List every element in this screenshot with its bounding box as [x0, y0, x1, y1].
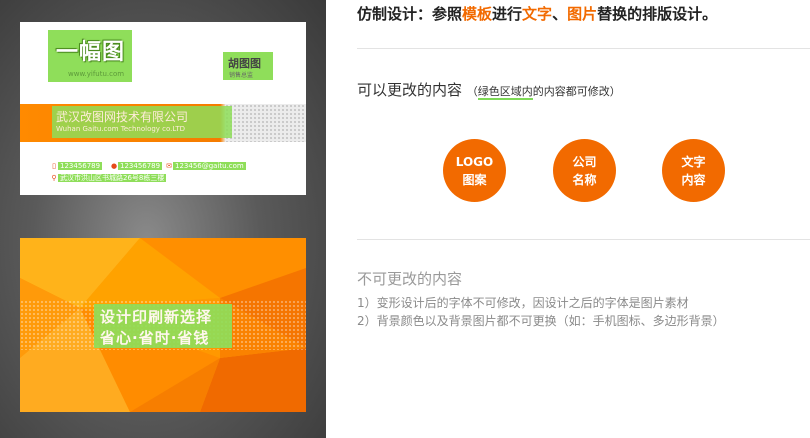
contact-item: ▯ 123456789: [50, 162, 103, 172]
logo-pattern-badge: LOGO 图案: [443, 139, 506, 202]
slogan-area: 设计印刷新选择 省心·省时·省钱: [94, 304, 232, 348]
heading-highlight: 图片: [567, 5, 598, 23]
badge-line-2: 名称: [572, 172, 597, 187]
company-name-badge: 公司 名称: [553, 139, 616, 202]
slogan-line-2: 省心·省时·省钱: [100, 329, 210, 347]
company-name-en: Wuhan Gaitu.com Technology co.LTD: [56, 125, 186, 133]
preview-panel: 一幅图 www.yifutu.com 胡图图 销售总监 武汉改图网技术有限公司 …: [0, 0, 326, 438]
divider-stripe: [20, 142, 306, 144]
rule-item: 1）变形设计后的字体不可修改，因设计之后的字体是图片素材: [357, 296, 689, 310]
phone-number: 123456789: [58, 162, 103, 170]
badge-line-2: 图案: [462, 172, 487, 187]
heading-highlight: 模板: [462, 5, 493, 23]
person-name: 胡图图: [228, 57, 261, 70]
heading-text: 进行: [492, 5, 523, 23]
heading-text: 替换的排版设计。: [597, 5, 718, 23]
name-area: 胡图图 销售总监: [223, 52, 273, 80]
green-area-label: 绿色区域内: [477, 85, 533, 100]
page-heading: 仿制设计：参照模板进行文字、图片替换的排版设计。: [357, 3, 717, 24]
editable-section-title: 可以更改的内容 （绿色区域内的内容都可修改）: [357, 79, 621, 100]
heading-highlight: 文字: [522, 5, 553, 23]
dot-pattern: [225, 104, 306, 142]
divider: [357, 239, 810, 240]
location-pin-icon: ⚲: [51, 174, 57, 182]
section-title-text: 可以更改的内容: [357, 81, 463, 99]
divider: [357, 48, 810, 49]
mail-icon: ✉: [166, 162, 172, 170]
contact-item: ⚲ 武汉市洪山区书城路26号8栋三楼: [50, 173, 167, 183]
logo-url: www.yifutu.com: [68, 70, 125, 78]
badge-line-2: 内容: [681, 172, 706, 187]
person-title: 销售总监: [229, 72, 254, 79]
rule-item: 2）背景颜色以及背景图片都不可更换（如：手机图标、多边形背景）: [357, 314, 725, 328]
card-back-preview: 设计印刷新选择 省心·省时·省钱: [20, 238, 306, 412]
logo-area: 一幅图 www.yifutu.com: [48, 30, 132, 82]
editable-note: （绿色区域内的内容都可修改）: [467, 85, 621, 100]
heading-text: 、: [552, 5, 568, 23]
badge-line-1: LOGO: [455, 154, 494, 169]
mobile-icon: ▯: [52, 162, 56, 170]
contact-item: ✉ 123456@gaitu.com: [165, 162, 246, 172]
card-front-preview: 一幅图 www.yifutu.com 胡图图 销售总监 武汉改图网技术有限公司 …: [20, 22, 306, 195]
non-editable-section-title: 不可更改的内容: [357, 270, 463, 288]
badge-line-1: 公司: [572, 154, 597, 169]
qq-icon: ●: [110, 162, 118, 170]
badge-line-1: 文字: [681, 154, 706, 169]
company-area: 武汉改图网技术有限公司 Wuhan Gaitu.com Technology c…: [52, 106, 232, 138]
heading-text: 仿制设计：参照: [357, 5, 463, 23]
note-text: 的内容都可修改）: [532, 85, 621, 98]
qq-number: 123456789: [118, 162, 163, 170]
slogan-line-1: 设计印刷新选择: [100, 308, 213, 326]
text-content-badge: 文字 内容: [662, 139, 725, 202]
company-name-cn: 武汉改图网技术有限公司: [56, 110, 189, 124]
email-address: 123456@gaitu.com: [173, 162, 246, 170]
logo-text: 一幅图: [56, 40, 126, 65]
contact-item: ● 123456789: [110, 162, 163, 172]
note-bracket: （: [466, 85, 478, 98]
address: 武汉市洪山区书城路26号8栋三楼: [58, 174, 167, 182]
